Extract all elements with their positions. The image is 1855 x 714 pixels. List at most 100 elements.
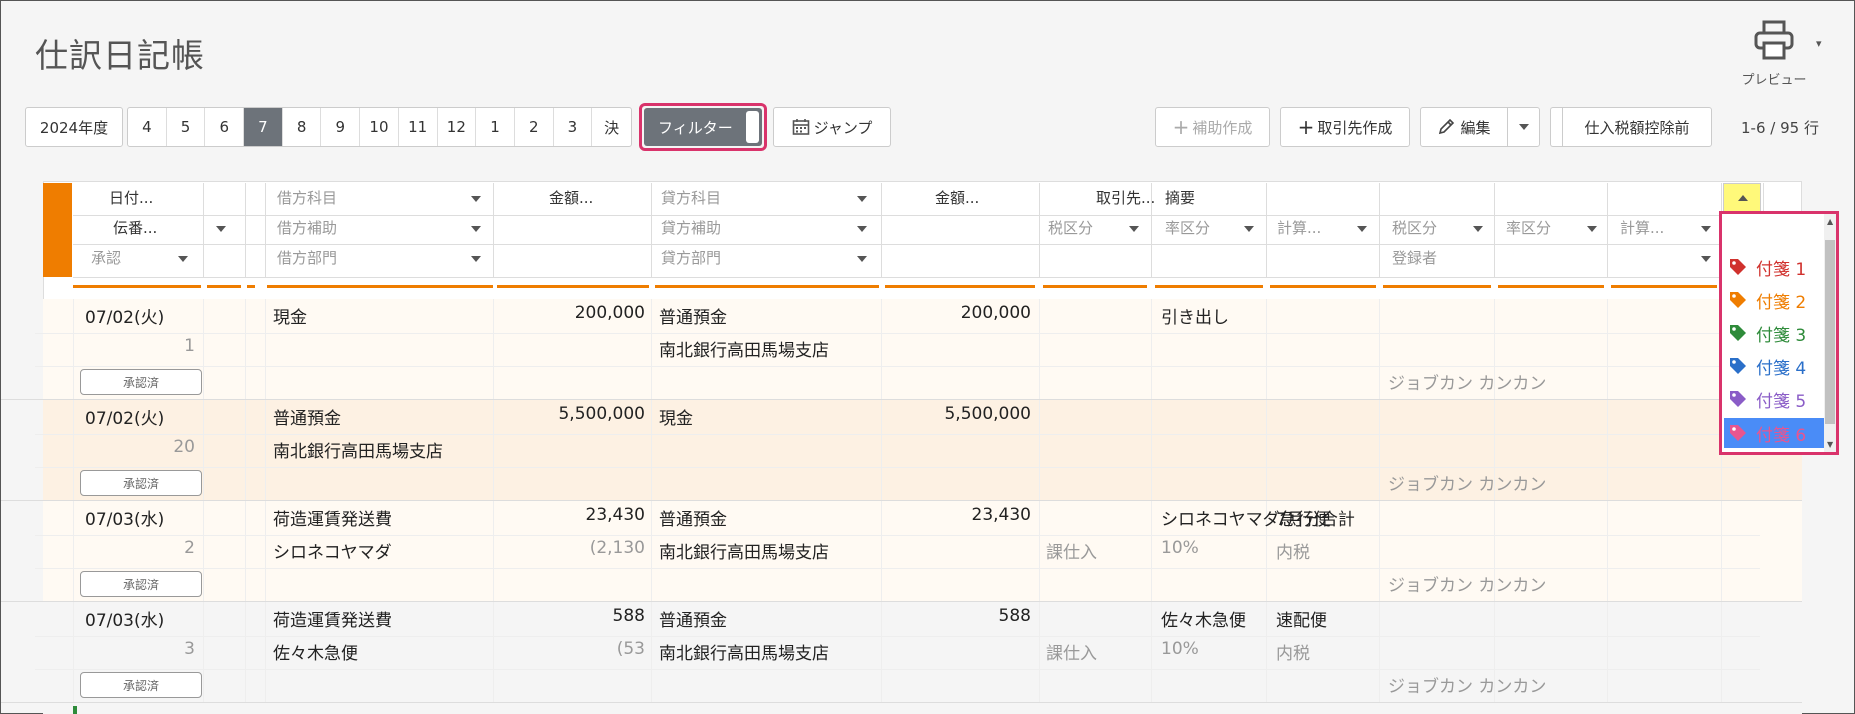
month-tab-12[interactable]: 12 xyxy=(438,108,477,146)
month-tab-8[interactable]: 8 xyxy=(283,108,322,146)
cell-divider xyxy=(1379,602,1380,702)
col-calc-credit[interactable]: 計算... xyxy=(1620,217,1664,238)
cell-divider xyxy=(245,299,246,399)
chevron-down-icon[interactable] xyxy=(471,256,481,262)
chevron-down-icon[interactable] xyxy=(1701,226,1711,232)
sticky-note-option-2[interactable]: 付箋 2 xyxy=(1728,285,1826,315)
chevron-down-icon[interactable] xyxy=(1129,226,1139,232)
column-underline xyxy=(655,285,879,288)
col-voucher[interactable]: 伝番... xyxy=(113,217,157,238)
dropdown-scroll-thumb[interactable] xyxy=(1825,240,1835,424)
sub-create-button[interactable]: + 補助作成 xyxy=(1155,107,1270,147)
month-tab-7[interactable]: 7 xyxy=(244,108,283,146)
partner-create-button[interactable]: + 取引先作成 xyxy=(1280,107,1410,147)
row-divider xyxy=(35,333,1760,334)
col-partner[interactable]: 取引先... xyxy=(1096,187,1155,208)
month-tab-11[interactable]: 11 xyxy=(399,108,438,146)
col-tax-class-debit[interactable]: 税区分 xyxy=(1048,217,1093,238)
column-underline xyxy=(1270,285,1376,288)
row-divider xyxy=(35,669,1760,670)
chevron-down-icon[interactable] xyxy=(1357,226,1367,232)
month-tab-10[interactable]: 10 xyxy=(360,108,399,146)
col-credit-account[interactable]: 貸方科目 xyxy=(661,187,721,208)
sticky-note-option-1[interactable]: 付箋 1 xyxy=(1728,252,1826,282)
filter-label: フィルター xyxy=(658,118,733,137)
col-tax-class-credit[interactable]: 税区分 xyxy=(1392,217,1437,238)
approval-status-badge[interactable]: 承認済 xyxy=(80,470,202,496)
filter-button[interactable]: フィルター xyxy=(644,108,762,146)
chevron-down-icon[interactable] xyxy=(1473,226,1483,232)
scroll-up-icon[interactable]: ▲ xyxy=(1827,217,1833,226)
chevron-down-icon[interactable] xyxy=(178,256,188,262)
chevron-down-icon[interactable] xyxy=(1244,226,1254,232)
chevron-down-icon[interactable] xyxy=(471,196,481,202)
sticky-note-option-4[interactable]: 付箋 4 xyxy=(1728,351,1826,381)
tax-toggle-knob[interactable] xyxy=(1550,107,1562,147)
page-title: 仕訳日記帳 xyxy=(35,36,205,75)
chevron-down-icon[interactable] xyxy=(857,256,867,262)
approval-status-badge[interactable]: 承認済 xyxy=(80,672,202,698)
col-rate-debit[interactable]: 率区分 xyxy=(1165,217,1210,238)
col-debit-dept[interactable]: 借方部門 xyxy=(277,247,337,268)
approval-status-badge[interactable]: 承認済 xyxy=(80,369,202,395)
month-tab-closing[interactable]: 決 xyxy=(592,108,631,146)
registrant: ジョブカン カンカン xyxy=(1388,475,1547,495)
chevron-down-icon[interactable] xyxy=(1587,226,1597,232)
cell-divider xyxy=(881,501,882,601)
sticky-note-dropdown: 付箋 1 付箋 2 付箋 3 付箋 4 付箋 5 付箋 6 ▲ ▼ xyxy=(1719,211,1839,455)
sticky-note-option-3[interactable]: 付箋 3 xyxy=(1728,318,1826,348)
scroll-down-icon[interactable]: ▼ xyxy=(1827,440,1833,449)
col-rate-credit[interactable]: 率区分 xyxy=(1506,217,1551,238)
debit-sub-account: シロネコヤマダ xyxy=(273,543,392,563)
credit-sub-account: 南北銀行高田馬場支店 xyxy=(659,543,829,563)
registrant: ジョブカン カンカン xyxy=(1388,374,1547,394)
preview-menu-caret-icon[interactable]: ▾ xyxy=(1816,37,1822,50)
month-tab-2[interactable]: 2 xyxy=(515,108,554,146)
header-column-divider xyxy=(1379,183,1380,277)
month-tab-1[interactable]: 1 xyxy=(476,108,515,146)
fiscal-year-button[interactable]: 2024年度 xyxy=(25,107,123,147)
chevron-down-icon[interactable] xyxy=(857,196,867,202)
edit-dropdown-button[interactable] xyxy=(1507,107,1540,147)
month-tab-3[interactable]: 3 xyxy=(554,108,593,146)
sub-create-label: 補助作成 xyxy=(1192,118,1253,137)
col-credit-sub[interactable]: 貸方補助 xyxy=(661,217,721,238)
sticky-note-option-6[interactable]: 付箋 6 xyxy=(1724,418,1826,448)
month-tab-6[interactable]: 6 xyxy=(205,108,245,146)
col-approval[interactable]: 承認 xyxy=(91,247,121,268)
chevron-down-icon[interactable] xyxy=(216,226,226,232)
voucher-number: 1 xyxy=(184,336,195,356)
filter-toggle-knob[interactable] xyxy=(746,111,759,143)
cell-divider xyxy=(493,299,494,399)
column-underline xyxy=(1043,285,1147,288)
header-column-divider xyxy=(493,183,494,277)
jump-button[interactable]: ジャンプ xyxy=(773,107,891,147)
tag-icon xyxy=(1730,425,1746,441)
chevron-down-icon[interactable] xyxy=(1701,256,1711,262)
sticky-note-filter-cell[interactable] xyxy=(1723,183,1761,213)
col-calc-debit[interactable]: 計算... xyxy=(1277,217,1321,238)
col-debit-amount[interactable]: 金額... xyxy=(549,187,593,208)
summary-sub: 7月分合計 xyxy=(1276,510,1355,530)
approval-status-badge[interactable]: 承認済 xyxy=(80,571,202,597)
col-credit-amount[interactable]: 金額... xyxy=(935,187,979,208)
month-tab-4[interactable]: 4 xyxy=(128,108,167,146)
col-debit-sub[interactable]: 借方補助 xyxy=(277,217,337,238)
sticky-note-option-5[interactable]: 付箋 5 xyxy=(1728,384,1826,414)
col-date[interactable]: 日付... xyxy=(109,187,153,208)
col-debit-account[interactable]: 借方科目 xyxy=(277,187,337,208)
dropdown-scrollbar[interactable]: ▲ ▼ xyxy=(1824,214,1836,452)
month-tab-9[interactable]: 9 xyxy=(321,108,361,146)
edit-button[interactable]: 編集 xyxy=(1420,107,1508,147)
chevron-down-icon[interactable] xyxy=(857,226,867,232)
chevron-down-icon[interactable] xyxy=(471,226,481,232)
debit-account: 荷造運賃発送費 xyxy=(273,510,392,530)
col-credit-dept[interactable]: 貸方部門 xyxy=(661,247,721,268)
tax-deduction-button[interactable]: 仕入税額控除前 xyxy=(1562,107,1712,147)
col-summary[interactable]: 摘要 xyxy=(1165,187,1195,208)
preview-button[interactable]: プレビュー xyxy=(1729,19,1819,88)
col-registrant[interactable]: 登録者 xyxy=(1392,247,1437,268)
month-tab-5[interactable]: 5 xyxy=(167,108,206,146)
credit-account: 現金 xyxy=(659,409,693,429)
cell-divider xyxy=(651,602,652,702)
